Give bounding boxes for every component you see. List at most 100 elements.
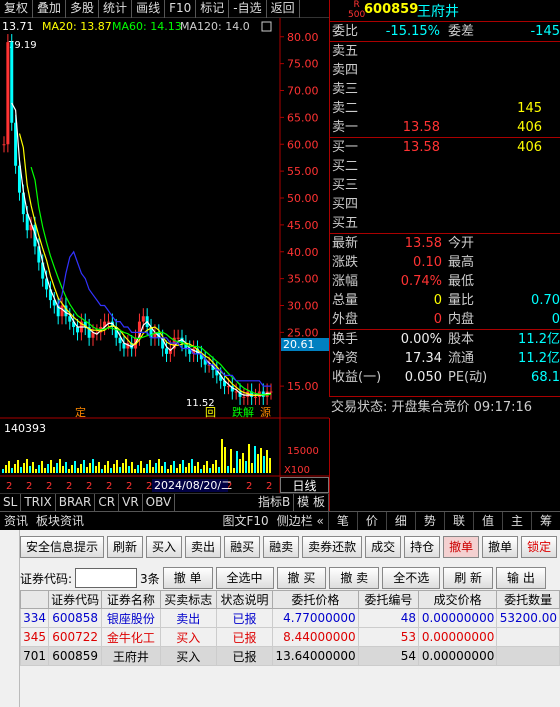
table-cell: 701 — [19, 646, 50, 666]
volume-bar — [140, 461, 142, 473]
fund-label2: 股本 — [448, 332, 475, 347]
volume-bar — [41, 461, 43, 473]
toolbar-back[interactable]: 返回 — [267, 0, 300, 18]
period-day-button[interactable]: 日线 — [280, 477, 329, 493]
side-tab-7[interactable]: 筹 — [530, 512, 560, 530]
col-header[interactable]: 买卖标志 — [159, 590, 217, 609]
cancel-sell-button[interactable]: 撤 卖 — [329, 567, 380, 589]
ind-trix[interactable]: TRIX — [21, 494, 56, 511]
sell-repay-button[interactable]: 卖券还款 — [302, 536, 363, 558]
chart-toolbar: 复权 叠加 多股 统计 画线 F10 标记 -自选 返回 — [0, 0, 329, 18]
toolbar-f10[interactable]: F10 — [165, 0, 197, 18]
volume-bar — [188, 463, 190, 473]
col-header[interactable] — [19, 590, 50, 609]
sell-button[interactable]: 卖出 — [185, 536, 222, 558]
ind-b[interactable]: 指标B — [255, 494, 295, 511]
refresh-button[interactable]: 刷新 — [107, 536, 144, 558]
candle-body — [242, 396, 246, 398]
axis-label: 40.00 — [287, 246, 319, 259]
col-header[interactable]: 证券代码 — [48, 590, 103, 609]
side-tab-1[interactable]: 价 — [356, 512, 386, 530]
volume-bar — [203, 465, 205, 473]
volume-bar — [194, 466, 196, 473]
tab-sector-news[interactable]: 板块资讯 — [32, 512, 88, 530]
count-label: 3条 — [140, 571, 160, 586]
side-tab-2[interactable]: 细 — [385, 512, 415, 530]
side-tab-3[interactable]: 势 — [414, 512, 444, 530]
side-tab-6[interactable]: 主 — [501, 512, 531, 530]
safety-info-button[interactable]: 安全信息提示 — [20, 536, 105, 558]
volume-bar — [146, 464, 148, 473]
refresh-button[interactable]: 刷 新 — [443, 567, 494, 589]
volume-bar — [104, 465, 106, 473]
side-tab-4[interactable]: 联 — [443, 512, 473, 530]
tab-sidebar[interactable]: 侧边栏 « — [273, 512, 328, 530]
toolbar-multi-stock[interactable]: 多股 — [66, 0, 100, 18]
candle-body — [226, 386, 230, 388]
buy-row: 买一 13.58 406 — [330, 138, 560, 157]
toolbar-restore-right[interactable]: 复权 — [0, 0, 34, 18]
volume-bar — [227, 466, 229, 473]
ind-brar[interactable]: BRAR — [56, 494, 96, 511]
cancel-order-tab[interactable]: 撤单 — [443, 536, 480, 558]
toolbar-draw-line[interactable]: 画线 — [132, 0, 166, 18]
table-cell: 600858 — [48, 608, 103, 628]
axis-label: 55.00 — [287, 165, 319, 178]
lock-button[interactable]: 锁定 — [521, 536, 558, 558]
buy-button[interactable]: 买入 — [146, 536, 183, 558]
col-header[interactable]: 状态说明 — [215, 590, 274, 609]
toolbar-overlay[interactable]: 叠加 — [33, 0, 67, 18]
ind-obv[interactable]: OBV — [143, 494, 176, 511]
volume-bar — [47, 464, 49, 473]
volume-bar — [77, 468, 79, 473]
table-cell: 金牛化工 — [101, 627, 161, 647]
toolbar-statistics[interactable]: 统计 — [99, 0, 133, 18]
cancel-buy-button[interactable]: 撤 买 — [276, 567, 327, 589]
col-header[interactable]: 证券名称 — [101, 590, 161, 609]
axis-label: 75.00 — [287, 58, 319, 71]
margin-buy-button[interactable]: 融买 — [224, 536, 261, 558]
kline-chart[interactable]: 13.71 MA20: 13.87 MA60: 14.13 MA120: 14.… — [0, 18, 329, 493]
code-input[interactable] — [75, 568, 138, 588]
cancel-order-button[interactable]: 撤 单 — [162, 567, 213, 589]
table-row[interactable]: 334 600858 银座股份 卖出 已报 4.77000000 48 0.00000000 5… — [19, 608, 560, 628]
side-tab-5[interactable]: 值 — [472, 512, 502, 530]
side-tab-0[interactable]: 笔 — [327, 512, 357, 530]
stat-row: 总量 0 量比 0.70 — [330, 291, 560, 310]
deselect-all-button[interactable]: 全不选 — [382, 567, 441, 589]
weibi-row: 委比 -15.15% 委差 -145 — [332, 24, 560, 39]
candle-body — [106, 321, 110, 323]
select-all-button[interactable]: 全选中 — [215, 567, 274, 589]
code-label: 证券代码: — [20, 571, 73, 586]
ind-vr[interactable]: VR — [119, 494, 143, 511]
col-header[interactable]: 委托数量 — [496, 590, 560, 609]
sell-row: 卖五 — [330, 42, 560, 61]
toolbar-mark[interactable]: 标记 — [196, 0, 230, 18]
col-header[interactable]: 成交价格 — [417, 590, 498, 609]
table-row[interactable]: 345 600722 金牛化工 买入 已报 8.44000000 53 0.00000000 — [19, 627, 560, 647]
volume-bar — [155, 463, 157, 473]
toolbar-remove-watchlist[interactable]: -自选 — [229, 0, 267, 18]
export-button[interactable]: 输 出 — [496, 567, 546, 589]
tab-f10[interactable]: 图文F10 — [219, 512, 273, 530]
table-row[interactable]: 701 600859 王府井 买入 已报 13.64000000 54 0.00000000 — [19, 646, 560, 666]
ind-sl[interactable]: SL — [0, 494, 22, 511]
col-header[interactable]: 委托价格 — [272, 590, 359, 609]
tab-spacer — [88, 512, 218, 530]
volume-bar — [71, 465, 73, 473]
deal-button[interactable]: 成交 — [365, 536, 402, 558]
table-cell: 0.00000000 — [417, 646, 498, 666]
ind-template[interactable]: 模 板 — [294, 494, 329, 511]
buy-book: 买一 13.58 406 买二 买三 买四 买五 — [330, 138, 560, 233]
date-tick: 2 — [266, 481, 272, 492]
cancel-order-button-2[interactable]: 撤单 — [482, 536, 519, 558]
ind-cr[interactable]: CR — [95, 494, 120, 511]
ma120-label: MA120: 14.0 — [180, 20, 250, 33]
candle-body — [6, 42, 10, 145]
position-button[interactable]: 持仓 — [404, 536, 441, 558]
col-header[interactable]: 委托编号 — [357, 590, 419, 609]
margin-sell-button[interactable]: 融卖 — [263, 536, 300, 558]
volume-bar — [44, 468, 46, 473]
volume-bar — [89, 463, 91, 473]
tab-news[interactable]: 资讯 — [0, 512, 32, 530]
